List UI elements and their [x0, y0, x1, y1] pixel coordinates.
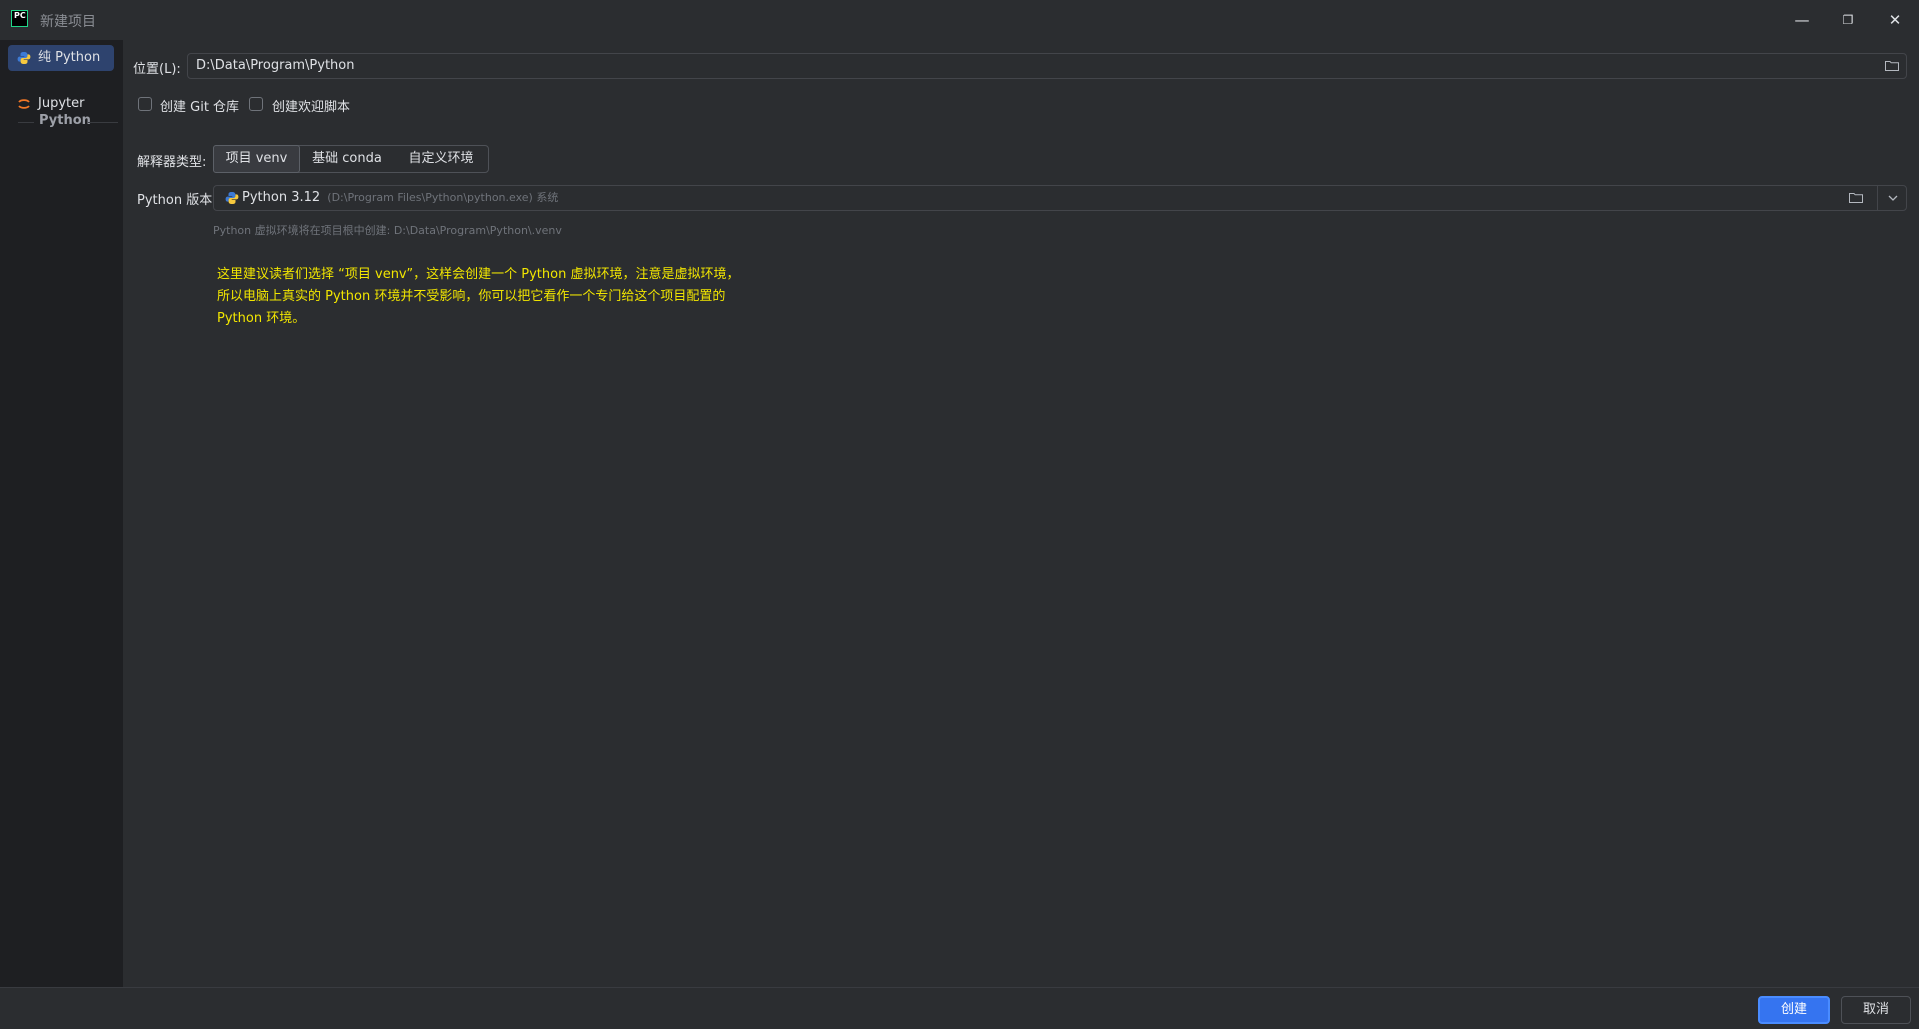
tab-project-venv[interactable]: 项目 venv [213, 145, 300, 173]
git-checkbox-label[interactable]: 创建 Git 仓库 [160, 96, 239, 115]
git-checkbox[interactable] [138, 97, 152, 111]
interpreter-type-label: 解释器类型: [137, 155, 207, 170]
interpreter-type-segmented-control: 项目 venv 基础 conda 自定义环境 [213, 145, 489, 173]
minimize-button[interactable]: — [1780, 7, 1824, 33]
folder-icon[interactable] [1885, 60, 1899, 71]
sidebar-item-jupyter[interactable]: Jupyter [8, 91, 114, 117]
tab-base-conda[interactable]: 基础 conda [302, 146, 392, 172]
location-input[interactable]: D:\Data\Program\Python [187, 53, 1907, 79]
python-version-select[interactable]: Python 3.12 (D:\Program Files\Python\pyt… [213, 185, 1907, 211]
welcome-script-checkbox[interactable] [249, 97, 263, 111]
pycharm-logo-icon: PC [11, 10, 28, 27]
dialog-footer [0, 987, 1919, 1029]
location-label: 位置(L): [133, 62, 181, 77]
python-icon [225, 192, 239, 204]
cancel-button[interactable]: 取消 [1841, 996, 1911, 1024]
python-icon [17, 52, 31, 64]
venv-location-hint: Python 虚拟环境将在项目根中创建: D:\Data\Program\Pyt… [213, 224, 562, 237]
divider [18, 122, 34, 123]
divider [88, 122, 118, 123]
python-version-value: Python 3.12 [242, 190, 321, 205]
create-button[interactable]: 创建 [1758, 996, 1830, 1024]
jupyter-icon [18, 99, 30, 109]
chevron-down-icon[interactable] [1888, 194, 1898, 202]
restore-button[interactable]: ❐ [1826, 7, 1870, 33]
annotation-line: 所以电脑上真实的 Python 环境并不受影响，你可以把它看作一个专门给这个项目… [217, 289, 726, 304]
sidebar-item-pure-python[interactable]: 纯 Python [8, 45, 114, 71]
title-bar: PC 新建项目 — ❐ ✕ [0, 0, 1919, 40]
folder-icon[interactable] [1849, 192, 1863, 203]
divider [1877, 186, 1878, 210]
python-version-path: (D:\Program Files\Python\python.exe) 系统 [327, 191, 559, 204]
annotation-note: 这里建议读者们选择 “项目 venv”，这样会创建一个 Python 虚拟环境，… [217, 264, 777, 330]
sidebar-item-label: Jupyter [38, 96, 85, 111]
annotation-line: 这里建议读者们选择 “项目 venv”，这样会创建一个 Python 虚拟环境，… [217, 267, 740, 282]
close-button[interactable]: ✕ [1873, 7, 1917, 33]
main-panel [123, 40, 1919, 987]
welcome-checkbox-label[interactable]: 创建欢迎脚本 [272, 96, 350, 115]
project-type-sidebar: 纯 Python Python Jupyter [0, 40, 123, 987]
sidebar-item-label: 纯 Python [38, 50, 101, 65]
location-value: D:\Data\Program\Python [196, 58, 355, 73]
annotation-line: Python 环境。 [217, 311, 306, 326]
window-title: 新建项目 [40, 14, 96, 30]
python-version-label: Python 版本: [137, 193, 217, 208]
tab-custom-env[interactable]: 自定义环境 [394, 146, 488, 172]
